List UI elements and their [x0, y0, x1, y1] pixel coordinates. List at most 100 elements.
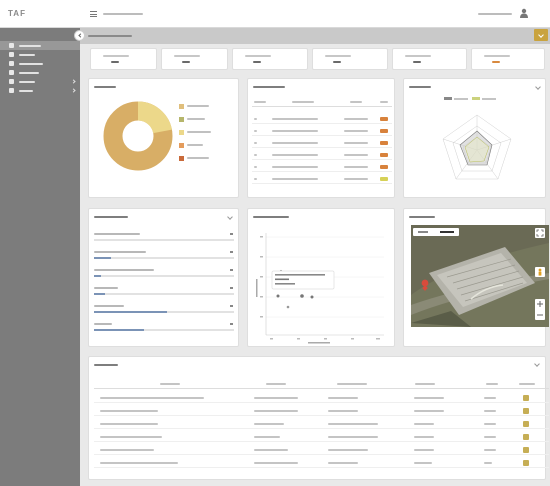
progress-track: [94, 257, 234, 259]
app-logo[interactable]: TAF: [8, 9, 26, 18]
column-header: [292, 101, 314, 103]
donut-chart: [103, 101, 173, 171]
person-icon[interactable]: [519, 8, 529, 18]
chevron-down-icon[interactable]: [227, 214, 233, 220]
legend-swatch: [472, 97, 480, 100]
sidebar-item-label: [19, 89, 33, 92]
column-header: [266, 383, 286, 385]
progress-item: [94, 285, 234, 301]
satellite-map[interactable]: [411, 225, 549, 327]
chevron-down-icon[interactable]: [535, 84, 541, 90]
card-title: [94, 364, 118, 366]
card-title: [253, 216, 289, 218]
sidebar-item-reports[interactable]: [0, 68, 80, 77]
table-row[interactable]: [94, 445, 549, 455]
sidebar-item-label: [19, 44, 41, 47]
table-row[interactable]: [94, 458, 549, 468]
sidebar-item-projects[interactable]: [0, 50, 80, 59]
kpi-label: [174, 55, 200, 57]
table-cell: [484, 436, 496, 438]
resources-card: [88, 356, 549, 480]
column-header: [415, 383, 435, 385]
progress-fill: [94, 293, 106, 295]
menu-toggle-icon[interactable]: [90, 11, 97, 19]
scatter-point[interactable]: [276, 294, 280, 298]
progress-count: [230, 269, 233, 271]
progress-item: [94, 303, 234, 319]
scatter-point[interactable]: [286, 305, 290, 309]
progress-count: [230, 305, 233, 307]
table-row[interactable]: [252, 175, 392, 184]
assessment-progress-card: [88, 208, 239, 347]
progress-item: [94, 321, 234, 337]
table-row[interactable]: [94, 419, 549, 429]
chevron-down-icon[interactable]: [534, 361, 540, 367]
table-cell: [484, 410, 496, 412]
sidebar-item-settings[interactable]: [0, 77, 80, 86]
table-cell: [414, 410, 444, 412]
risk-badge: [380, 141, 388, 145]
confirm-button[interactable]: [534, 29, 548, 41]
scatter-point[interactable]: [310, 295, 314, 299]
project-status-label: [88, 35, 132, 37]
sidebar-item-label: [19, 62, 43, 65]
y-axis-label: [256, 279, 258, 297]
table-cell: [328, 449, 368, 451]
table-cell: [100, 436, 162, 438]
kpi-value: [333, 61, 341, 63]
progress-item: [94, 231, 234, 247]
sidebar: [0, 28, 80, 486]
progress-track: [94, 311, 234, 313]
kpi-label: [245, 55, 271, 57]
column-header: [350, 101, 362, 103]
table-cell: [272, 166, 318, 168]
zoom-in-icon[interactable]: [535, 299, 545, 309]
user-name[interactable]: [478, 13, 512, 15]
street-view-button[interactable]: [535, 267, 545, 277]
progress-count: [230, 233, 233, 235]
sidebar-item-dashboard[interactable]: [0, 41, 80, 50]
progress-label: [94, 251, 146, 253]
dashboard-icon: [9, 43, 14, 48]
progress-track: [94, 275, 234, 277]
column-header: [380, 101, 388, 103]
zoom-out-icon[interactable]: [535, 310, 545, 320]
table-cell: [414, 436, 434, 438]
kpi-card: [232, 48, 308, 70]
table-row[interactable]: [252, 163, 392, 172]
fullscreen-button[interactable]: [535, 228, 545, 238]
map-type-map[interactable]: [418, 231, 428, 233]
y-tick-labels: [260, 236, 263, 318]
progress-fill: [94, 329, 145, 331]
table-header: [94, 379, 549, 389]
collapse-sidebar-button[interactable]: [74, 30, 85, 41]
table-row[interactable]: [252, 151, 392, 160]
table-cell: [328, 436, 378, 438]
map-type-toggle: [413, 228, 459, 236]
card-title: [409, 86, 431, 88]
chevron-left-icon: [77, 33, 83, 38]
table-row[interactable]: [94, 393, 549, 403]
map-type-satellite[interactable]: [440, 231, 454, 233]
progress-label: [94, 233, 140, 235]
table-row[interactable]: [94, 406, 549, 416]
kpi-label: [103, 55, 129, 57]
sidebar-item-components[interactable]: [0, 59, 80, 68]
table-row[interactable]: [252, 127, 392, 136]
table-cell: [344, 118, 368, 120]
sidebar-item-admin[interactable]: [0, 86, 80, 95]
table-cell: [100, 410, 158, 412]
kpi-card: [471, 48, 545, 70]
map-view[interactable]: [411, 225, 549, 327]
kpi-value: [413, 61, 421, 63]
legend-label: [482, 98, 496, 100]
column-header: [519, 383, 535, 385]
table-row[interactable]: [252, 115, 392, 124]
table-row[interactable]: [252, 139, 392, 148]
progress-track: [94, 329, 234, 331]
table-row[interactable]: [94, 432, 549, 442]
scatter-point[interactable]: [300, 294, 304, 298]
table-cell: [254, 178, 257, 180]
kpi-value: [111, 61, 119, 63]
scatter-plot: [256, 233, 384, 344]
